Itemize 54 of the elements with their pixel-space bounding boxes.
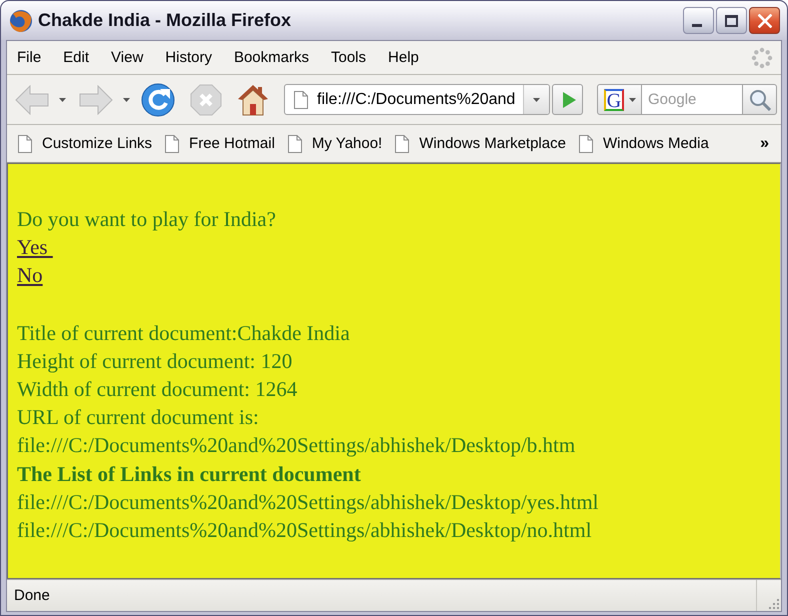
menu-item[interactable]: Tools: [324, 47, 372, 68]
answer-link[interactable]: Yes: [17, 233, 53, 262]
caret-icon[interactable]: [59, 98, 66, 102]
reload-icon[interactable]: [141, 82, 175, 116]
menu-item[interactable]: Edit: [57, 47, 96, 68]
search-engine-button[interactable]: G: [597, 84, 642, 115]
bookmark-item[interactable]: Free Hotmail: [165, 134, 275, 152]
go-arrow-icon: [562, 92, 576, 108]
maximize-icon: [725, 14, 738, 26]
section-heading: The List of Links in current document: [17, 460, 361, 488]
menu-item[interactable]: Help: [382, 47, 425, 68]
maximize-button[interactable]: [716, 7, 747, 34]
url-text: file:///C:/Documents%20and%20Settings/abhishek/Desktop/yes.html: [17, 488, 599, 516]
page-icon: [294, 90, 308, 108]
menu-item[interactable]: Bookmarks: [228, 47, 315, 68]
bookmark-item[interactable]: Customize Links: [18, 134, 152, 152]
window-title: Chakde India - Mozilla Firefox: [38, 10, 292, 31]
search-icon: [748, 88, 770, 110]
page-icon: [288, 134, 302, 152]
page-icon: [395, 134, 410, 152]
fox-globe-icon: [9, 8, 33, 32]
url-text: file:///C:/Documents%20and%20Settings/abhishek/Desktop/b.htm: [17, 432, 576, 460]
page-icon: [18, 134, 32, 152]
home-icon[interactable]: [237, 84, 269, 116]
question-text: Do you want to play for India?: [17, 206, 276, 233]
info-text: Width of current document: 1264: [17, 376, 298, 404]
caret-icon: [533, 98, 540, 102]
info-text: Height of current document: 120: [17, 348, 292, 375]
search-field[interactable]: Google: [642, 84, 742, 115]
status-text: Done: [13, 587, 50, 604]
bookmark-item[interactable]: Windows Marketplace: [395, 134, 566, 152]
caret-icon: [629, 98, 636, 102]
bookmarks-overflow-button[interactable]: »: [760, 134, 769, 152]
bookmark-item[interactable]: Windows Media: [578, 134, 709, 152]
bookmark-item[interactable]: My Yahoo!: [288, 134, 382, 152]
minimize-button[interactable]: [683, 7, 714, 34]
address-field[interactable]: file:///C:/Documents%20and: [284, 84, 550, 115]
spinner-icon: [751, 46, 773, 68]
search-button[interactable]: [742, 84, 777, 115]
resize-grip-icon[interactable]: [767, 597, 779, 609]
page-icon: [578, 134, 593, 152]
url-text: file:///C:/Documents%20and%20Settings/abhishek/Desktop/no.html: [17, 517, 592, 544]
menu-item[interactable]: View: [105, 47, 150, 68]
close-button[interactable]: [749, 7, 780, 34]
answer-link[interactable]: No: [17, 261, 43, 290]
caret-icon[interactable]: [123, 98, 130, 102]
info-text: URL of current document is:: [17, 404, 259, 432]
go-button[interactable]: [552, 84, 583, 115]
close-icon: [758, 14, 772, 28]
menu-item[interactable]: File: [11, 47, 48, 68]
page-icon: [165, 134, 180, 152]
info-text: Title of current document:Chakde India: [17, 320, 350, 347]
minimize-icon: [692, 24, 702, 27]
menu-item[interactable]: History: [159, 47, 218, 68]
